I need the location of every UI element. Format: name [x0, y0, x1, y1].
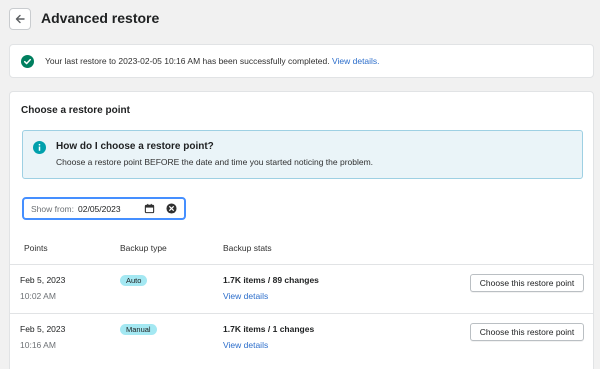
- info-title: How do I choose a restore point?: [56, 141, 214, 152]
- row-time: 10:16 AM: [20, 340, 56, 350]
- back-button[interactable]: [9, 8, 31, 30]
- choose-restore-point-button[interactable]: Choose this restore point: [470, 323, 584, 341]
- view-details-link[interactable]: View details: [223, 291, 268, 301]
- page-title: Advanced restore: [41, 10, 160, 26]
- view-details-link[interactable]: View details: [223, 340, 268, 350]
- column-header-backup-type: Backup type: [120, 243, 167, 253]
- row-date: Feb 5, 2023: [20, 324, 66, 334]
- calendar-icon[interactable]: [144, 203, 155, 214]
- info-icon: [33, 141, 46, 154]
- row-time: 10:02 AM: [20, 291, 56, 301]
- choose-restore-point-button[interactable]: Choose this restore point: [470, 274, 584, 292]
- column-header-points: Points: [24, 243, 48, 253]
- info-callout: How do I choose a restore point? Choose …: [22, 130, 583, 179]
- table-row: Feb 5, 2023 10:02 AM Auto 1.7K items / 8…: [10, 264, 593, 313]
- clear-date-icon[interactable]: [166, 203, 177, 214]
- row-date: Feb 5, 2023: [20, 275, 66, 285]
- section-title: Choose a restore point: [21, 105, 130, 116]
- check-circle-icon: [21, 55, 34, 68]
- info-description: Choose a restore point BEFORE the date a…: [56, 157, 374, 167]
- banner-message: Your last restore to 2023-02-05 10:16 AM…: [45, 56, 330, 66]
- column-header-backup-stats: Backup stats: [223, 243, 272, 253]
- backup-stats: 1.7K items / 89 changes: [223, 275, 319, 285]
- arrow-left-icon: [15, 14, 25, 24]
- date-filter-label: Show from:: [31, 203, 74, 214]
- date-filter-value[interactable]: 02/05/2023: [78, 204, 121, 214]
- success-banner: Your last restore to 2023-02-05 10:16 AM…: [9, 44, 594, 78]
- show-from-date-input[interactable]: Show from: 02/05/2023: [22, 197, 186, 220]
- backup-stats: 1.7K items / 1 changes: [223, 324, 315, 334]
- backup-type-badge: Auto: [120, 275, 148, 286]
- banner-view-details-link[interactable]: View details.: [332, 56, 380, 66]
- restore-point-card: Choose a restore point How do I choose a…: [9, 91, 594, 369]
- banner-message-row: Your last restore to 2023-02-05 10:16 AM…: [45, 56, 380, 66]
- table-row: Feb 5, 2023 10:16 AM Manual 1.7K items /…: [10, 313, 593, 362]
- backup-type-badge: Manual: [120, 324, 157, 335]
